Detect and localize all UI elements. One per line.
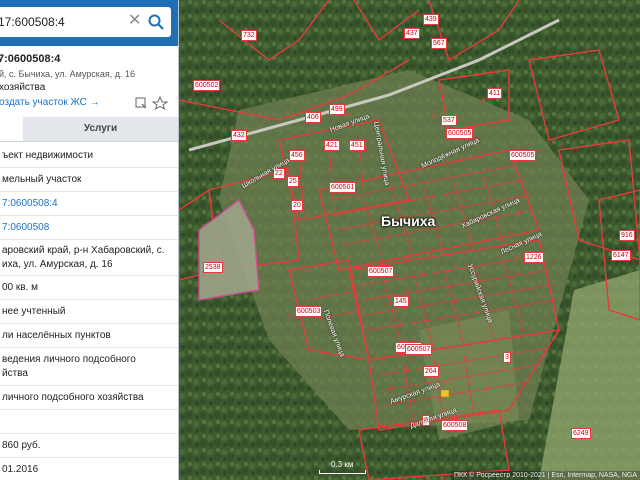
object-category: хозяйства (0, 82, 46, 93)
parcel-label[interactable]: 600503 (295, 306, 323, 317)
parcel-label[interactable]: 451 (349, 140, 365, 151)
row-cadastral-quarter[interactable]: 7:0600508 (0, 216, 178, 240)
parcel-label[interactable]: 499 (329, 104, 345, 115)
row-object-type: ъект недвижимости (0, 144, 178, 168)
parcel-label[interactable]: 537 (441, 115, 457, 126)
parcel-label[interactable]: 439 (423, 14, 439, 25)
search-value: 17:600508:4 (0, 15, 65, 29)
parcel-label[interactable]: 437 (404, 28, 420, 39)
select-icon[interactable] (135, 97, 147, 109)
row-cadastral-value: 860 руб. (0, 434, 178, 458)
parcel-label[interactable]: 600507 (367, 266, 395, 277)
parcel-label[interactable]: 456 (289, 150, 305, 161)
parcel-label[interactable]: 600507 (405, 344, 433, 355)
parcel-label[interactable]: 600508 (441, 420, 469, 431)
parcel-label[interactable]: 2538 (203, 262, 223, 273)
search-bar: 17:600508:4 ✕ (0, 0, 178, 46)
parcel-label[interactable]: 3 (503, 352, 511, 363)
satellite-map[interactable] (179, 0, 640, 480)
search-icon[interactable] (147, 13, 165, 31)
tool-icons (134, 95, 174, 111)
parcel-label[interactable]: 6147 (611, 250, 631, 261)
scale-bar (319, 470, 366, 474)
row-date: 01.2016 (0, 458, 178, 480)
tab-services[interactable]: Услуги (23, 117, 178, 141)
village-label: Бычиха (381, 213, 436, 229)
row-area: 00 кв. м (0, 276, 178, 300)
object-address: й, с. Бычиха, ул. Амурская, д. 16 (0, 69, 136, 79)
parcel-label[interactable]: 411 (487, 88, 503, 99)
parcel-label[interactable]: 406 (305, 112, 321, 123)
map-view[interactable]: Бычиха 600502 732 439 437 567 600505 411… (179, 0, 640, 480)
parcel-label[interactable]: 25 (287, 176, 299, 187)
parcel-label[interactable]: 432 (231, 130, 247, 141)
row-blank (0, 410, 178, 434)
parcel-label[interactable]: 6249 (571, 428, 591, 439)
row-address: аровский край, р-н Хабаровский, с. иха, у… (0, 240, 178, 276)
row-status: нее учтенный (0, 300, 178, 324)
parcel-label[interactable]: 567 (431, 38, 447, 49)
parcel-label[interactable]: 20 (291, 200, 303, 211)
parcel-label[interactable]: 421 (324, 140, 340, 151)
star-icon[interactable] (151, 95, 169, 111)
row-object-kind: мельный участок (0, 168, 178, 192)
row-permitted-use: ведения личного подсобного йства (0, 348, 178, 386)
info-panel: 17:600508:4 ✕ 7:0600508:4 й, с. Бычиха, … (0, 0, 179, 480)
row-land-category: ли населённых пунктов (0, 324, 178, 348)
scale-label: 0.3 км (331, 460, 354, 469)
row-use-by-document: личного подсобного хозяйства (0, 386, 178, 410)
object-title: 7:0600508:4 (0, 53, 61, 65)
parcel-label[interactable]: 600502 (193, 80, 221, 91)
parcel-label[interactable]: 916 (619, 230, 635, 241)
parcel-label[interactable]: 145 (393, 296, 409, 307)
create-plot-link[interactable]: оздать участок ЖС → (0, 97, 100, 108)
parcel-label[interactable]: 1226 (524, 252, 544, 263)
parcel-label[interactable]: 600505 (446, 128, 474, 139)
parcel-label[interactable]: 732 (241, 30, 257, 41)
tab-info[interactable] (0, 117, 23, 141)
search-input[interactable]: 17:600508:4 ✕ (0, 7, 171, 37)
map-credit: ПКК © Росреестр 2010-2021 | Esri, Interm… (451, 471, 640, 480)
tab-bar: Услуги (0, 117, 178, 142)
parcel-label[interactable]: 264 (423, 366, 439, 377)
row-cadastral-number[interactable]: 7:0600508:4 (0, 192, 178, 216)
close-icon[interactable]: ✕ (128, 13, 141, 29)
parcel-label[interactable]: 600501 (329, 182, 357, 193)
parcel-label[interactable]: 600505 (509, 150, 537, 161)
